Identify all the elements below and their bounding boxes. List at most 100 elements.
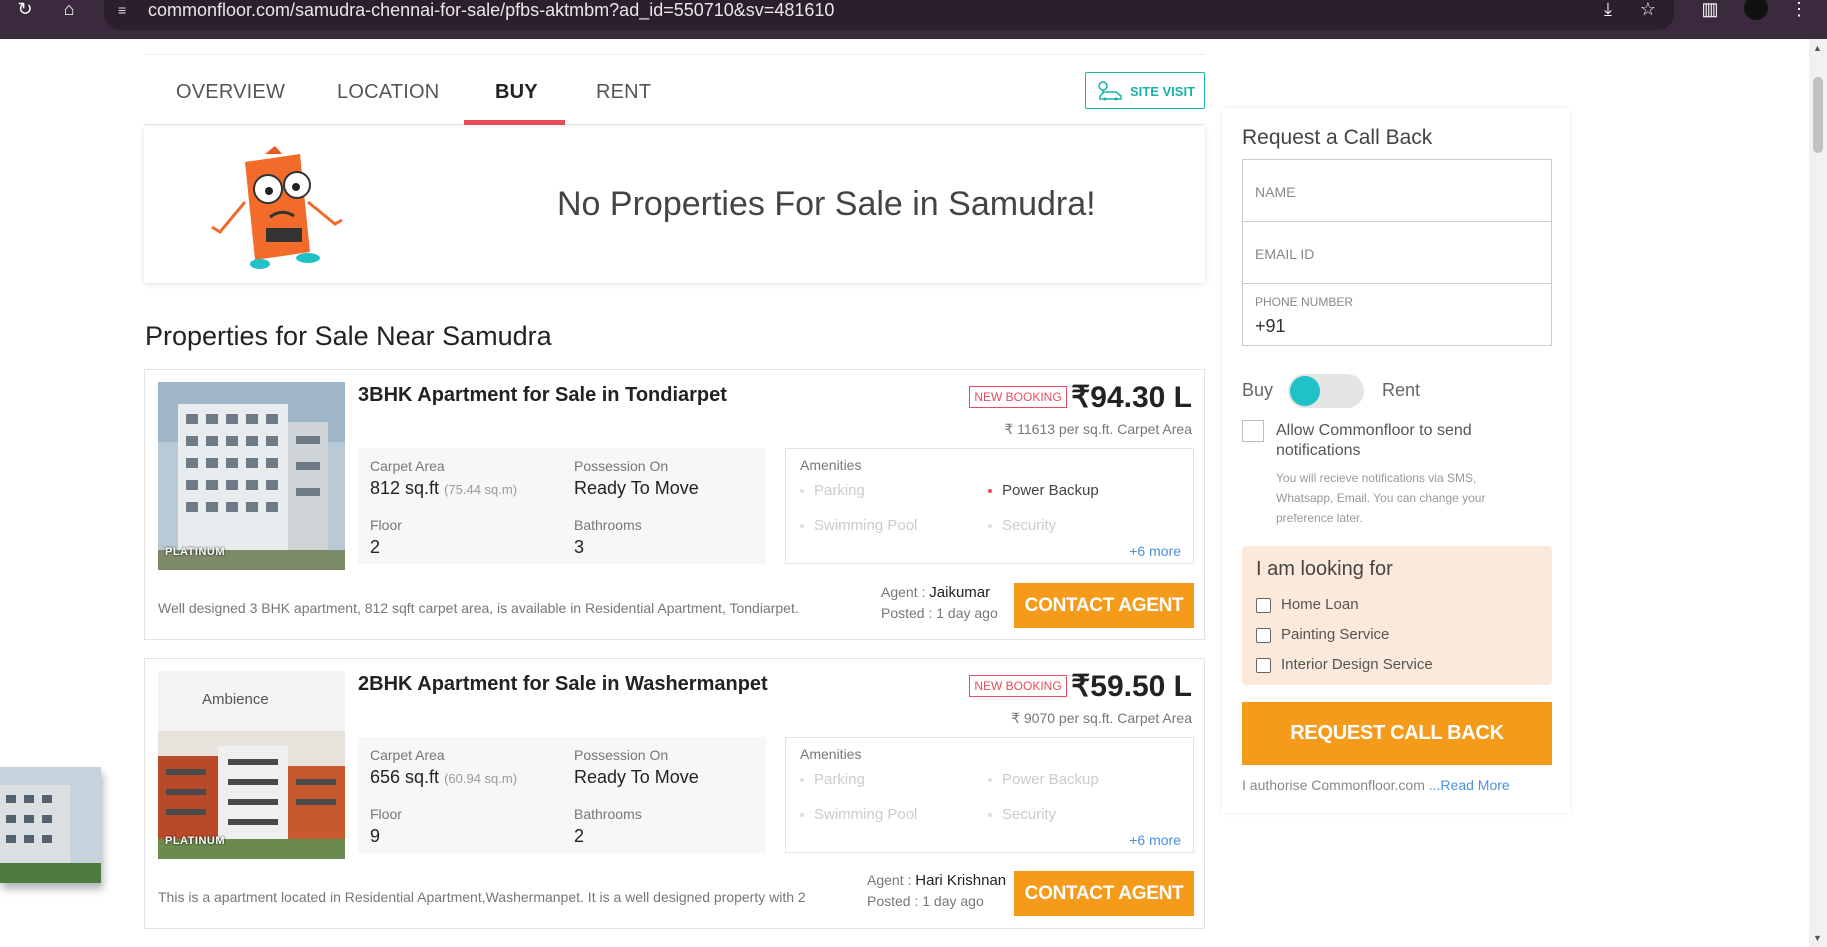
looking-for-heading: I am looking for bbox=[1256, 558, 1393, 580]
buy-rent-toggle[interactable]: Buy Rent bbox=[1242, 370, 1552, 410]
address-bar[interactable]: ≡ commonfloor.com/samudra-chennai-for-sa… bbox=[104, 0, 1674, 30]
carpet-area-label: Carpet Area bbox=[370, 747, 445, 763]
amenity-security: Security bbox=[988, 806, 1056, 823]
new-booking-badge: NEW BOOKING bbox=[969, 675, 1067, 697]
bullet-icon bbox=[988, 524, 992, 529]
name-field[interactable]: NAME bbox=[1242, 159, 1552, 222]
bullet-icon bbox=[800, 489, 804, 494]
bathrooms-value: 3 bbox=[574, 537, 585, 557]
checkbox[interactable] bbox=[1256, 627, 1271, 643]
checkbox[interactable] bbox=[1256, 597, 1271, 613]
property-card[interactable]: Ambience PLATINUM 2BHK Apartment for Sal… bbox=[144, 658, 1205, 929]
bullet-icon bbox=[988, 778, 992, 783]
home-icon[interactable]: ⌂ bbox=[58, 0, 80, 22]
property-image[interactable]: PLATINUM bbox=[158, 382, 345, 570]
property-title[interactable]: 2BHK Apartment for Sale in Washermanpet bbox=[358, 673, 768, 696]
floating-property-thumbnail[interactable] bbox=[0, 767, 101, 883]
possession-label: Possession On bbox=[574, 747, 669, 763]
request-call-back-button[interactable]: REQUEST CALL BACK bbox=[1242, 702, 1552, 765]
property-details: Carpet Area 656 sq.ft (60.94 sq.m) Posse… bbox=[358, 737, 766, 853]
bullet-icon bbox=[800, 778, 804, 783]
bullet-icon bbox=[800, 813, 804, 818]
option-interior-design[interactable]: Interior Design Service bbox=[1256, 656, 1433, 673]
reload-icon[interactable]: ↻ bbox=[14, 0, 36, 22]
amenity-label: Power Backup bbox=[1002, 482, 1099, 499]
option-painting-service[interactable]: Painting Service bbox=[1256, 626, 1389, 643]
property-card[interactable]: PLATINUM 3BHK Apartment for Sale in Tond… bbox=[144, 369, 1205, 640]
profile-avatar-icon[interactable] bbox=[1744, 0, 1768, 20]
toggle-buy-label: Buy bbox=[1242, 380, 1274, 400]
contact-agent-button[interactable]: CONTACT AGENT bbox=[1014, 583, 1194, 628]
agent-info: Agent : Jaikumar Posted : 1 day ago bbox=[881, 584, 998, 621]
phone-prefix: +91 bbox=[1255, 316, 1286, 336]
section-title: Properties for Sale Near Samudra bbox=[145, 321, 552, 351]
site-visit-label: SITE VISIT bbox=[1130, 84, 1196, 99]
notifications-checkbox[interactable] bbox=[1242, 420, 1264, 442]
amenity-swimming-pool: Swimming Pool bbox=[800, 517, 917, 534]
sad-building-mascot-icon bbox=[200, 142, 355, 272]
callback-heading: Request a Call Back bbox=[1242, 126, 1433, 149]
toggle-rent-label: Rent bbox=[1382, 380, 1421, 400]
possession-label: Possession On bbox=[574, 458, 669, 474]
scrollbar-thumb[interactable] bbox=[1813, 77, 1823, 153]
request-callback-panel: Request a Call Back NAME EMAIL ID PHONE … bbox=[1222, 108, 1570, 813]
phone-field[interactable]: PHONE NUMBER +91 bbox=[1242, 283, 1552, 346]
bathrooms-label: Bathrooms bbox=[574, 517, 642, 533]
scroll-up-arrow-icon[interactable]: ▲ bbox=[1813, 43, 1822, 53]
platinum-badge: PLATINUM bbox=[165, 835, 226, 847]
tab-overview[interactable]: OVERVIEW bbox=[176, 81, 285, 104]
platinum-badge: PLATINUM bbox=[165, 546, 226, 558]
site-info-icon[interactable]: ≡ bbox=[118, 2, 136, 18]
agent-label: Agent : bbox=[881, 584, 926, 600]
menu-kebab-icon[interactable]: ⋮ bbox=[1788, 0, 1810, 22]
possession-value: Ready To Move bbox=[574, 478, 699, 498]
property-image[interactable]: Ambience PLATINUM bbox=[158, 671, 345, 859]
site-visit-button[interactable]: SITE VISIT bbox=[1085, 72, 1205, 109]
option-home-loan[interactable]: Home Loan bbox=[1256, 596, 1359, 613]
tab-rent[interactable]: RENT bbox=[596, 81, 651, 104]
carpet-area-sqft: 812 sq.ft bbox=[370, 478, 440, 498]
bathrooms-label: Bathrooms bbox=[574, 806, 642, 822]
amenity-label: Parking bbox=[814, 482, 865, 499]
agent-name: Hari Krishnan bbox=[915, 872, 1007, 889]
amenity-label: Parking bbox=[814, 771, 865, 788]
email-field[interactable]: EMAIL ID bbox=[1242, 221, 1552, 284]
install-icon[interactable]: ⤓ bbox=[1597, 0, 1619, 22]
amenity-parking: Parking bbox=[800, 482, 865, 499]
sidepanel-icon[interactable]: ▥ bbox=[1699, 0, 1721, 22]
buy-rent-switch[interactable] bbox=[1288, 374, 1364, 408]
posted-time: Posted : 1 day ago bbox=[867, 893, 984, 909]
bathrooms-value: 2 bbox=[574, 826, 585, 846]
contact-agent-button[interactable]: CONTACT AGENT bbox=[1014, 871, 1194, 916]
property-details: Carpet Area 812 sq.ft (75.44 sq.m) Posse… bbox=[358, 448, 766, 564]
carpet-area-sqm: (75.44 sq.m) bbox=[444, 482, 518, 497]
bullet-icon bbox=[800, 524, 804, 529]
amenity-power-backup: Power Backup bbox=[988, 771, 1099, 788]
agent-name: Jaikumar bbox=[929, 584, 991, 601]
page-scrollbar[interactable]: ▲ ▼ bbox=[1809, 39, 1827, 947]
more-amenities-link[interactable]: +6 more bbox=[1129, 543, 1181, 559]
browser-toolbar: ↻ ⌂ ≡ commonfloor.com/samudra-chennai-fo… bbox=[0, 0, 1827, 39]
more-amenities-link[interactable]: +6 more bbox=[1129, 832, 1181, 848]
checkbox[interactable] bbox=[1256, 657, 1271, 673]
switch-knob bbox=[1290, 376, 1320, 406]
amenity-power-backup: Power Backup bbox=[988, 482, 1099, 499]
scroll-down-arrow-icon[interactable]: ▼ bbox=[1813, 933, 1822, 943]
tab-buy[interactable]: BUY bbox=[495, 81, 538, 104]
bookmark-star-icon[interactable]: ☆ bbox=[1637, 0, 1659, 22]
posted-time: Posted : 1 day ago bbox=[881, 605, 998, 621]
floor-label: Floor bbox=[370, 517, 402, 533]
property-title[interactable]: 3BHK Apartment for Sale in Tondiarpet bbox=[358, 384, 727, 407]
amenity-security: Security bbox=[988, 517, 1056, 534]
property-description: Well designed 3 BHK apartment, 812 sqft … bbox=[158, 600, 799, 616]
carpet-area-sqft: 656 sq.ft bbox=[370, 767, 440, 787]
phone-label: PHONE NUMBER bbox=[1255, 295, 1354, 309]
floor-value: 2 bbox=[370, 537, 381, 557]
option-label: Home Loan bbox=[1281, 596, 1359, 613]
property-description: This is a apartment located in Residenti… bbox=[158, 889, 806, 905]
amenity-label: Security bbox=[1002, 517, 1057, 534]
read-more-link[interactable]: ...Read More bbox=[1425, 777, 1510, 793]
thumbnail-brand-text: Ambience bbox=[202, 691, 269, 708]
name-placeholder: NAME bbox=[1255, 184, 1296, 200]
tab-location[interactable]: LOCATION bbox=[337, 81, 439, 104]
